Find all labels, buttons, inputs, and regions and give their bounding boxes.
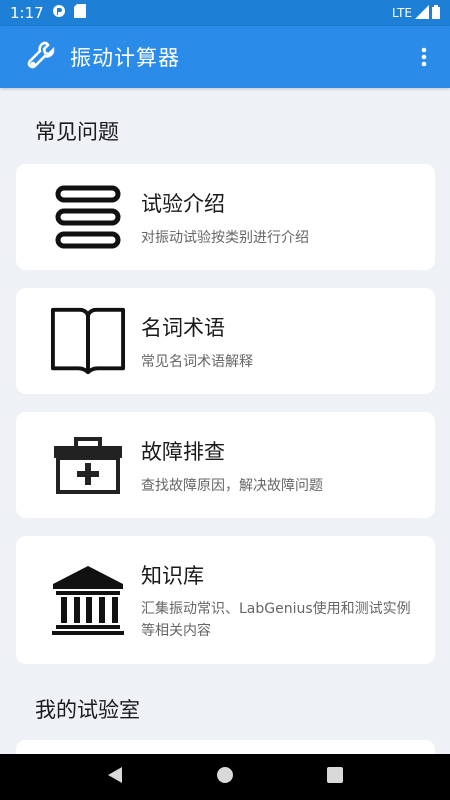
signal-icon bbox=[415, 4, 429, 22]
network-type: LTE bbox=[392, 6, 412, 20]
card-description: 常见名词术语解释 bbox=[141, 354, 253, 370]
back-button[interactable] bbox=[106, 765, 124, 789]
library-icon bbox=[50, 562, 126, 638]
toolbox-icon bbox=[50, 427, 126, 503]
main-content[interactable]: 常见问题 试验介绍 对振动试验按类别进行介绍 名词术语 常见名词术语解释 故障排… bbox=[0, 88, 450, 754]
recents-square-icon bbox=[327, 767, 343, 783]
system-nav-bar bbox=[0, 754, 450, 800]
card-title: 名词术语 bbox=[141, 316, 225, 340]
battery-icon bbox=[432, 4, 440, 22]
more-vert-icon bbox=[421, 47, 427, 67]
sd-card-icon bbox=[73, 4, 86, 22]
more-options-button[interactable] bbox=[412, 37, 436, 77]
card-test-intro[interactable]: 试验介绍 对振动试验按类别进行介绍 bbox=[16, 164, 435, 270]
card-troubleshooting[interactable]: 故障排查 查找故障原因，解决故障问题 bbox=[16, 412, 435, 518]
card-description: 汇集振动常识、LabGenius使用和测试实例等相关内容 bbox=[141, 601, 411, 639]
status-bar: 1:17 LTE bbox=[0, 0, 450, 26]
app-bar: 振动计算器 bbox=[0, 26, 450, 88]
wrench-icon bbox=[26, 40, 56, 74]
card-title: 知识库 bbox=[141, 564, 204, 588]
card-description: 查找故障原因，解决故障问题 bbox=[141, 478, 323, 494]
app-title: 振动计算器 bbox=[70, 46, 180, 70]
home-circle-icon bbox=[217, 767, 233, 783]
section-title-faq: 常见问题 bbox=[35, 120, 119, 144]
recents-button[interactable] bbox=[326, 766, 344, 788]
home-button[interactable] bbox=[216, 766, 234, 788]
card-my-lab-partial[interactable] bbox=[16, 740, 435, 754]
card-title: 试验介绍 bbox=[141, 192, 225, 216]
section-title-my-lab: 我的试验室 bbox=[35, 698, 140, 722]
card-title: 故障排查 bbox=[141, 440, 225, 464]
card-terminology[interactable]: 名词术语 常见名词术语解释 bbox=[16, 288, 435, 394]
notification-icon bbox=[52, 4, 66, 22]
card-description: 对振动试验按类别进行介绍 bbox=[141, 230, 309, 246]
card-knowledge-base[interactable]: 知识库 汇集振动常识、LabGenius使用和测试实例等相关内容 bbox=[16, 536, 435, 664]
back-triangle-icon bbox=[108, 767, 122, 783]
status-time: 1:17 bbox=[10, 4, 44, 22]
list-icon bbox=[50, 179, 126, 255]
book-icon bbox=[50, 303, 126, 379]
